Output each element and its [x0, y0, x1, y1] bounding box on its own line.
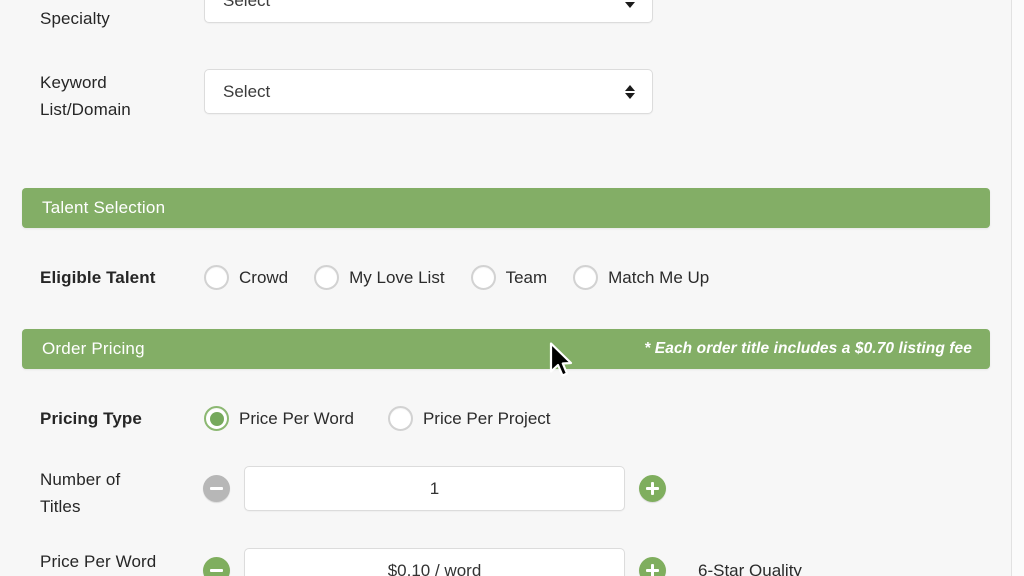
order-pricing-header-title: Order Pricing — [42, 339, 145, 358]
radio-price-per-word[interactable]: Price Per Word — [204, 406, 354, 431]
keyword-list-select[interactable]: Select — [204, 69, 653, 114]
price-per-word-label-text: Price Per Word — [40, 552, 157, 571]
talent-specialty-select-value: Select — [223, 0, 271, 10]
quality-level-label: 6-Star Quality — [698, 560, 802, 576]
talent-specialty-row: Talent Specialty Select — [0, 0, 653, 32]
radio-circle-checked-icon — [204, 406, 229, 431]
keyword-list-select-value: Select — [223, 81, 271, 101]
talent-selection-header-title: Talent Selection — [42, 198, 166, 217]
price-per-word-stepper: $0.10 / word 6-Star Quality — [203, 548, 802, 576]
page-right-gutter[interactable] — [1012, 0, 1024, 576]
chevron-updown-icon — [625, 84, 635, 99]
talent-specialty-select[interactable]: Select — [204, 0, 653, 23]
order-pricing-header: Order Pricing * Each order title include… — [22, 329, 990, 369]
radio-match-me-up-label: Match Me Up — [608, 267, 710, 287]
radio-circle-icon — [387, 406, 413, 431]
keyword-list-label: Keyword List/Domain — [0, 69, 160, 123]
number-of-titles-label-line2: Titles — [40, 497, 81, 516]
number-of-titles-stepper: 1 — [203, 466, 666, 511]
radio-crowd-label: Crowd — [239, 267, 289, 287]
radio-my-love-list-label: My Love List — [349, 267, 445, 287]
radio-circle-icon — [470, 265, 496, 290]
talent-specialty-label: Talent Specialty — [0, 0, 160, 32]
increment-price-button[interactable] — [639, 557, 666, 576]
eligible-talent-row: Eligible Talent Crowd My Love List Team … — [0, 265, 735, 290]
radio-my-love-list[interactable]: My Love List — [314, 265, 445, 290]
price-per-word-label: Price Per Word — [0, 548, 160, 575]
talent-specialty-label-line2: Specialty — [40, 9, 110, 28]
radio-price-per-word-label: Price Per Word — [239, 408, 354, 428]
keyword-list-row: Keyword List/Domain Select — [0, 69, 653, 123]
decrement-titles-button[interactable] — [203, 475, 230, 502]
eligible-talent-radio-group: Crowd My Love List Team Match Me Up — [204, 265, 735, 290]
eligible-talent-label: Eligible Talent — [40, 268, 156, 287]
pricing-type-row: Pricing Type Price Per Word Price Per Pr… — [0, 406, 577, 431]
price-per-word-row: Price Per Word $0.10 / word 6-Star Quali… — [0, 548, 802, 576]
talent-selection-header: Talent Selection — [22, 188, 990, 228]
number-of-titles-label-line1: Number of — [40, 470, 121, 489]
radio-match-me-up[interactable]: Match Me Up — [573, 265, 709, 290]
increment-titles-button[interactable] — [639, 475, 666, 502]
chevron-updown-icon — [625, 0, 635, 8]
keyword-list-label-line1: Keyword — [40, 73, 107, 92]
radio-team-label: Team — [505, 267, 548, 287]
radio-circle-icon — [204, 265, 229, 290]
number-of-titles-row: Number of Titles 1 — [0, 466, 666, 520]
pricing-type-radio-group: Price Per Word Price Per Project — [204, 406, 577, 431]
radio-price-per-project[interactable]: Price Per Project — [387, 406, 551, 431]
keyword-list-label-line2: List/Domain — [40, 100, 131, 119]
radio-price-per-project-label: Price Per Project — [422, 408, 551, 428]
radio-circle-icon — [573, 265, 599, 290]
decrement-price-button[interactable] — [203, 557, 230, 576]
listing-fee-note: * Each order title includes a $0.70 list… — [644, 340, 972, 357]
radio-team[interactable]: Team — [470, 265, 548, 290]
number-of-titles-input[interactable]: 1 — [244, 466, 625, 511]
radio-crowd[interactable]: Crowd — [204, 265, 288, 290]
price-per-word-input[interactable]: $0.10 / word — [244, 548, 625, 576]
order-form-page: Talent Specialty Select Keyword List/Dom… — [0, 0, 1012, 576]
radio-circle-icon — [314, 265, 340, 290]
pricing-type-label: Pricing Type — [40, 409, 142, 428]
number-of-titles-label: Number of Titles — [0, 466, 160, 520]
